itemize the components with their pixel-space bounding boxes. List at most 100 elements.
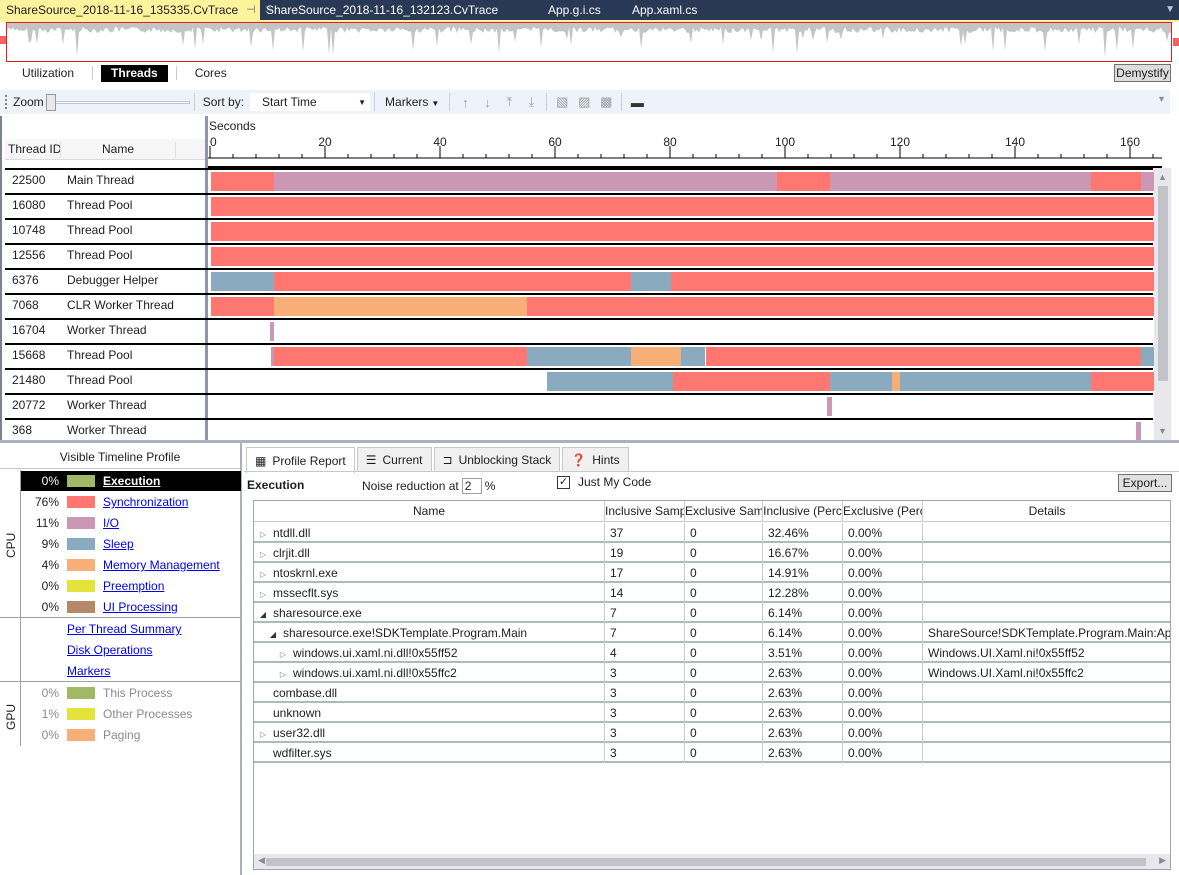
legend-item-execution[interactable]: 0% Execution bbox=[21, 471, 241, 491]
thread-timeline-bar[interactable] bbox=[211, 322, 1153, 341]
zoom-slider[interactable] bbox=[45, 93, 190, 111]
table-row[interactable]: ◢ sharesource.exe 7 0 6.14% 0.00% bbox=[254, 603, 1170, 623]
demystify-button[interactable]: Demystify bbox=[1114, 64, 1171, 82]
thread-row[interactable]: 6376 Debugger Helper bbox=[5, 268, 1157, 293]
grid-horizontal-scrollbar[interactable]: ◀ ▶ bbox=[254, 854, 1170, 869]
segment-synchronization[interactable] bbox=[1090, 372, 1157, 391]
column-divider[interactable] bbox=[175, 142, 176, 158]
scroll-right-icon[interactable]: ▶ bbox=[1159, 855, 1166, 866]
table-row[interactable]: wdfilter.sys 3 0 2.63% 0.00% bbox=[254, 743, 1170, 763]
segment-io[interactable] bbox=[1136, 422, 1141, 441]
segment-sleep[interactable] bbox=[546, 372, 673, 391]
thread-row[interactable]: 12556 Thread Pool bbox=[5, 243, 1157, 268]
segment-synchronization[interactable] bbox=[672, 372, 831, 391]
noise-reduction-input[interactable]: 2 bbox=[461, 478, 482, 494]
thread-row[interactable]: 22500 Main Thread bbox=[5, 168, 1157, 193]
table-row[interactable]: ◢ sharesource.exe!SDKTemplate.Program.Mai… bbox=[254, 623, 1170, 643]
tab-current[interactable]: ☰ Current bbox=[356, 447, 432, 471]
collapsed-triangle-icon[interactable]: ▷ bbox=[256, 545, 270, 563]
segment-synchronization[interactable] bbox=[274, 347, 528, 366]
thread-timeline-bar[interactable] bbox=[211, 272, 1157, 291]
segment-synchronization[interactable] bbox=[705, 347, 1141, 366]
segment-synchronization[interactable] bbox=[211, 172, 275, 191]
thread-timeline-bar[interactable] bbox=[211, 222, 1157, 241]
thread-timeline-bar[interactable] bbox=[211, 172, 1157, 191]
thread-row[interactable]: 21480 Thread Pool bbox=[5, 368, 1157, 393]
link-markers[interactable]: Markers bbox=[67, 664, 110, 678]
segment-synchronization[interactable] bbox=[211, 222, 1157, 241]
zoom-slider-thumb[interactable] bbox=[45, 94, 56, 111]
legend-item-memory-management[interactable]: 4% Memory Management bbox=[21, 555, 241, 575]
ruler-icon[interactable]: ▬ bbox=[626, 95, 648, 110]
column-divider[interactable] bbox=[60, 142, 61, 158]
expanded-triangle-icon[interactable]: ◢ bbox=[266, 625, 280, 643]
segment-synchronization[interactable] bbox=[274, 272, 631, 291]
sort-by-dropdown[interactable]: Start Time ▼ bbox=[250, 93, 371, 111]
collapsed-triangle-icon[interactable]: ▷ bbox=[256, 725, 270, 743]
doc-tab-second-trace[interactable]: ShareSource_2018-11-16_132123.CvTrace bbox=[260, 0, 522, 20]
thread-timeline-bar[interactable] bbox=[211, 397, 1153, 416]
legend-link[interactable]: UI Processing bbox=[103, 600, 178, 614]
legend-item-preemption[interactable]: 0% Preemption bbox=[21, 576, 241, 596]
thread-row[interactable]: 10748 Thread Pool bbox=[5, 218, 1157, 243]
column-header[interactable]: Exclusive (Perc bbox=[843, 501, 923, 521]
doc-tab-active-trace[interactable]: ShareSource_2018-11-16_135335.CvTrace ⊣ … bbox=[0, 0, 273, 20]
collapsed-triangle-icon[interactable]: ▷ bbox=[256, 525, 270, 543]
legend-item-sleep[interactable]: 9% Sleep bbox=[21, 534, 241, 554]
markers-dropdown[interactable]: Markers ▼ bbox=[385, 95, 439, 109]
collapsed-triangle-icon[interactable]: ▷ bbox=[256, 565, 270, 583]
thread-row[interactable]: 16080 Thread Pool bbox=[5, 193, 1157, 218]
segment-synchronization[interactable] bbox=[211, 297, 275, 316]
timeline-vertical-scrollbar[interactable]: ▲ ▼ bbox=[1154, 168, 1171, 440]
table-row[interactable]: unknown 3 0 2.63% 0.00% bbox=[254, 703, 1170, 723]
column-header[interactable]: Inclusive Samp bbox=[605, 501, 685, 521]
thread-timeline-bar[interactable] bbox=[211, 247, 1157, 266]
doc-tab-app-g-i-cs[interactable]: App.g.i.cs bbox=[522, 0, 626, 20]
table-row[interactable]: ▷ mssecflt.sys 14 0 12.28% 0.00% bbox=[254, 583, 1170, 603]
thread-row[interactable]: 20772 Worker Thread bbox=[5, 393, 1153, 418]
segment-sleep[interactable] bbox=[527, 347, 631, 366]
add-marker-icon[interactable]: ▧ bbox=[551, 94, 573, 110]
thread-timeline-bar[interactable] bbox=[211, 422, 1153, 441]
segment-sleep[interactable] bbox=[899, 372, 1091, 391]
remove-marker-icon[interactable]: ▨ bbox=[573, 94, 595, 110]
segment-io[interactable] bbox=[830, 172, 1091, 191]
tab-profile-report[interactable]: ▦ Profile Report bbox=[246, 447, 355, 473]
toolbar-overflow-icon[interactable]: ▾ bbox=[1159, 94, 1164, 105]
table-row[interactable]: ▷ windows.ui.xaml.ni.dll!0x55ff52 4 0 3.51% 0… bbox=[254, 643, 1170, 663]
doc-tab-app-xaml-cs[interactable]: App.xaml.cs bbox=[626, 0, 736, 20]
view-tab-utilization[interactable]: Utilization bbox=[12, 65, 84, 82]
arrow-top-icon[interactable]: ⤒ bbox=[498, 94, 520, 110]
legend-link[interactable]: I/O bbox=[103, 516, 119, 530]
collapsed-triangle-icon[interactable]: ▷ bbox=[276, 645, 290, 663]
table-row[interactable]: ▷ user32.dll 3 0 2.63% 0.00% bbox=[254, 723, 1170, 743]
legend-item-synchronization[interactable]: 76% Synchronization bbox=[21, 492, 241, 512]
view-tab-cores[interactable]: Cores bbox=[185, 65, 237, 82]
thread-timeline-bar[interactable] bbox=[211, 197, 1157, 216]
column-header[interactable]: Inclusive (Perc bbox=[763, 501, 843, 521]
just-my-code-option[interactable]: ✓ Just My Code bbox=[557, 475, 651, 489]
tab-hints[interactable]: ❓ Hints bbox=[562, 447, 629, 471]
thread-timeline-bar[interactable] bbox=[211, 372, 1157, 391]
export-button[interactable]: Export... bbox=[1118, 474, 1172, 492]
segment-synchronization[interactable] bbox=[211, 197, 1157, 216]
column-header[interactable]: Name bbox=[254, 501, 605, 521]
segment-sleep[interactable] bbox=[211, 272, 275, 291]
link-disk-operations[interactable]: Disk Operations bbox=[67, 643, 152, 657]
segment-io[interactable] bbox=[274, 172, 778, 191]
thread-timeline-bar[interactable] bbox=[211, 347, 1157, 366]
clear-markers-icon[interactable]: ▩ bbox=[595, 94, 617, 110]
arrow-down-icon[interactable]: ↓ bbox=[476, 95, 498, 110]
legend-item-i-o[interactable]: 11% I/O bbox=[21, 513, 241, 533]
column-header[interactable]: Exclusive Samp bbox=[685, 501, 763, 521]
table-row[interactable]: ▷ clrjit.dll 19 0 16.67% 0.00% bbox=[254, 543, 1170, 563]
thread-row[interactable]: 16704 Worker Thread bbox=[5, 318, 1153, 343]
tab-unblocking-stack[interactable]: ⊐ Unblocking Stack bbox=[433, 447, 561, 471]
segment-memory[interactable] bbox=[630, 347, 681, 366]
scroll-left-icon[interactable]: ◀ bbox=[258, 855, 265, 866]
segment-synchronization[interactable] bbox=[777, 172, 831, 191]
thread-row[interactable]: 7068 CLR Worker Thread bbox=[5, 293, 1157, 318]
legend-link[interactable]: Execution bbox=[103, 474, 160, 488]
segment-synchronization[interactable] bbox=[1090, 172, 1141, 191]
view-tab-threads[interactable]: Threads bbox=[101, 64, 168, 82]
